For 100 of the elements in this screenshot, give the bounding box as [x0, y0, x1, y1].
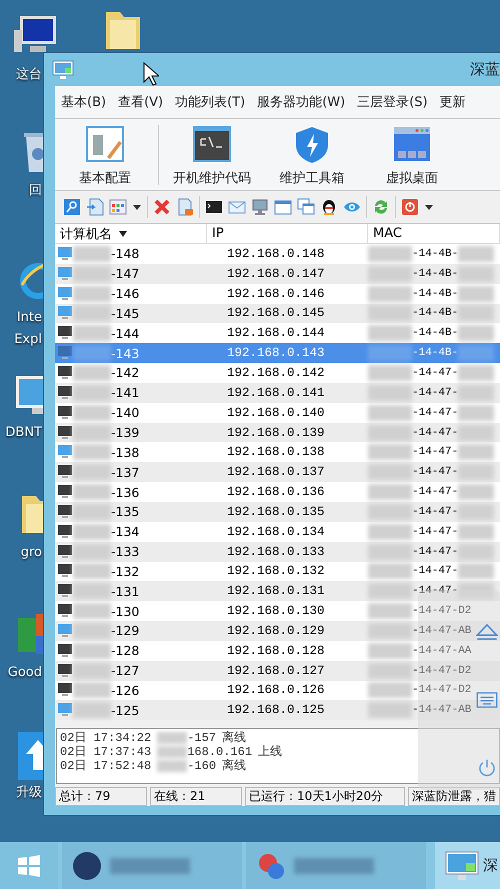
table-row[interactable]: -140 192.168.0.140 -14-47- — [55, 402, 500, 423]
taskbar-item[interactable] — [62, 842, 242, 889]
document-remove-icon[interactable] — [176, 198, 194, 216]
desktop-icon-label[interactable]: Expl — [14, 329, 42, 351]
windows-icon[interactable] — [297, 198, 315, 216]
desktop-icon-label[interactable]: DBNT — [5, 422, 42, 444]
monitor-icon — [445, 850, 479, 880]
delete-icon[interactable] — [153, 198, 171, 216]
menu-item[interactable]: 三层登录(S) — [357, 93, 428, 111]
table-cell: -140 — [111, 405, 140, 420]
eject-icon[interactable] — [476, 622, 498, 642]
table-row[interactable]: -145 192.168.0.145 -14-4B- — [55, 304, 500, 324]
redacted-text — [73, 583, 111, 600]
redacted-text — [458, 345, 494, 362]
table-row[interactable]: -130 192.168.0.130 -14-47-D2 — [55, 601, 500, 622]
table-row[interactable]: -131 192.168.0.131 -14-47- — [55, 581, 500, 602]
table-row[interactable]: -136 192.168.0.136 -14-47- — [55, 482, 500, 502]
table-row[interactable]: -127 192.168.0.127 -14-47-D2 — [55, 660, 500, 681]
toolbar-button[interactable]: 基本配置 — [55, 125, 155, 187]
desktop-icon-label[interactable]: Good — [8, 662, 42, 684]
table-cell: -14-47- — [412, 506, 458, 518]
menu-item[interactable]: 查看(V) — [118, 93, 164, 111]
table-row[interactable]: -142 192.168.0.142 -14-47- — [55, 363, 500, 383]
redacted-text — [73, 504, 111, 520]
table-row[interactable]: -147 192.168.0.147 -14-4B- — [55, 264, 500, 284]
table-row[interactable]: -125 192.168.0.125 -14-47-AB — [55, 700, 500, 720]
table-cell: -133 — [111, 544, 140, 560]
redacted-text — [73, 682, 111, 698]
table-row[interactable]: -132 192.168.0.132 -14-47- — [55, 562, 500, 582]
redacted-text — [73, 345, 111, 362]
redacted-text — [368, 464, 412, 480]
menu-item[interactable]: 基本(B) — [61, 93, 106, 111]
redacted-text — [368, 583, 412, 600]
table-cell: -14-4B- — [412, 248, 458, 260]
table-cell: -14-47-AB — [412, 624, 472, 637]
redacted-text — [458, 563, 494, 580]
table-cell: -14-47- — [412, 526, 458, 538]
toolbar-button[interactable]: 维护工具箱 — [262, 125, 362, 187]
refresh-icon[interactable] — [372, 198, 390, 216]
monitor-icon[interactable] — [251, 198, 269, 216]
penguin-icon[interactable] — [320, 198, 338, 216]
command-prompt-icon[interactable] — [205, 198, 223, 216]
table-row[interactable]: -126 192.168.0.126 -14-47-D2 — [55, 680, 500, 700]
log-text: 02日 17:34:22 — [60, 731, 152, 746]
redacted-text — [73, 702, 111, 718]
table-cell: -14-47-AA — [412, 644, 472, 657]
power-icon[interactable] — [476, 758, 498, 778]
table-cell-text: 192.168.0.143 — [226, 345, 326, 362]
window-icon[interactable] — [274, 198, 292, 216]
power-icon[interactable] — [401, 198, 419, 216]
table-row[interactable]: -138 192.168.0.138 -14-47- — [55, 442, 500, 462]
table-cell-text: 192.168.0.147 — [226, 266, 326, 283]
table-cell: -14-47- — [412, 486, 458, 498]
redacted-text — [368, 305, 412, 322]
grid-view-icon[interactable] — [109, 198, 127, 216]
redacted-text — [368, 524, 412, 540]
redacted-text — [458, 325, 494, 342]
table-row[interactable]: -134 192.168.0.134 -14-47- — [55, 522, 500, 542]
keyboard-icon[interactable] — [476, 690, 498, 710]
table-row[interactable]: -129 192.168.0.129 -14-47-AB — [55, 621, 500, 641]
redacted-text — [458, 424, 494, 441]
table-row[interactable]: -137 192.168.0.137 -14-47- — [55, 462, 500, 482]
table-row[interactable]: -144 192.168.0.144 -14-4B- — [55, 323, 500, 344]
status-text: 总计：79 — [55, 787, 147, 806]
menu-item[interactable]: 功能列表(T) — [175, 93, 246, 111]
desktop-icon-label[interactable]: 升级 — [16, 782, 42, 804]
redacted-text — [368, 404, 412, 421]
table-cell: -129 — [111, 623, 140, 638]
column-header[interactable]: IP — [207, 224, 368, 244]
table-cell-text: 192.168.0.139 — [226, 424, 326, 442]
redacted-text — [73, 384, 111, 401]
taskbar-item[interactable]: 深 — [435, 842, 500, 889]
redacted-text — [458, 404, 494, 421]
desktop-icon-label[interactable]: Inte — [16, 307, 42, 329]
desktop-icon-label[interactable]: 这台 — [16, 64, 42, 86]
column-header[interactable]: 计算机名 — [55, 224, 207, 244]
redacted-text — [458, 266, 494, 282]
table-cell: -135 — [111, 504, 140, 520]
redacted-text — [368, 603, 412, 620]
table-row[interactable]: -146 192.168.0.146 -14-4B- — [55, 284, 500, 304]
desktop-icon-label[interactable]: 回 — [29, 180, 42, 202]
table-row[interactable]: -141 192.168.0.141 -14-47- — [55, 382, 500, 403]
table-row[interactable]: -133 192.168.0.133 -14-47- — [55, 542, 500, 562]
desktop-icon-label[interactable]: gro — [20, 542, 42, 564]
table-cell: -14-47- — [412, 466, 458, 478]
start-button[interactable] — [0, 842, 58, 889]
import-icon[interactable] — [86, 198, 104, 216]
menu-item[interactable]: 更新 — [440, 93, 466, 111]
table-cell: -145 — [111, 306, 140, 321]
table-row[interactable]: -128 192.168.0.128 -14-47-AA — [55, 640, 500, 661]
menu-item[interactable]: 服务器功能(W) — [257, 93, 346, 111]
column-header[interactable]: MAC — [368, 224, 500, 244]
table-row[interactable]: -135 192.168.0.135 -14-47- — [55, 502, 500, 522]
table-cell-text: 192.168.0.126 — [226, 682, 326, 700]
table-row[interactable]: -148 192.168.0.148 -14-4B- — [55, 244, 500, 264]
app-icon — [52, 60, 74, 80]
toolbar-button[interactable]: 开机维护代码 — [162, 125, 262, 187]
table-row[interactable]: -139 192.168.0.139 -14-47- — [55, 422, 500, 442]
redacted-text — [368, 286, 412, 302]
toolbar-button[interactable]: 虚拟桌面 — [362, 125, 462, 187]
